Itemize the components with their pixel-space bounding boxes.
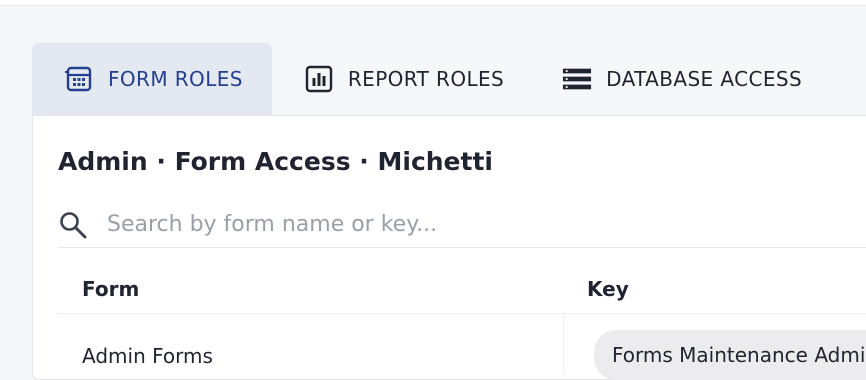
column-divider [563,314,564,374]
database-list-icon [562,64,592,94]
search-icon [58,210,92,240]
search-input[interactable] [105,211,709,238]
bar-chart-icon [304,64,334,94]
column-header-key[interactable]: Key [587,277,629,301]
content-panel: Admin · Form Access · Michetti Form Key … [32,115,866,380]
table-row[interactable]: Admin Forms Forms Maintenance Admin [58,314,866,380]
tab-form-roles[interactable]: FORM ROLES [32,43,272,115]
tab-label: FORM ROLES [108,67,243,91]
tab-label: REPORT ROLES [347,67,505,91]
search-bar [58,202,866,248]
column-header-form[interactable]: Form [82,277,139,301]
form-name-cell: Admin Forms [82,344,213,368]
key-chip: Forms Maintenance Admin [594,330,866,380]
top-bar [0,0,866,6]
table-header: Form Key [58,261,866,314]
tab-database-access[interactable]: DATABASE ACCESS [530,43,828,115]
calculator-icon [64,64,94,94]
page-title: Admin · Form Access · Michetti [58,147,493,176]
tab-bar: FORM ROLES REPORT ROLES DATABASE ACCESS [32,43,866,115]
tab-report-roles[interactable]: REPORT ROLES [272,43,530,115]
tab-label: DATABASE ACCESS [606,67,803,91]
